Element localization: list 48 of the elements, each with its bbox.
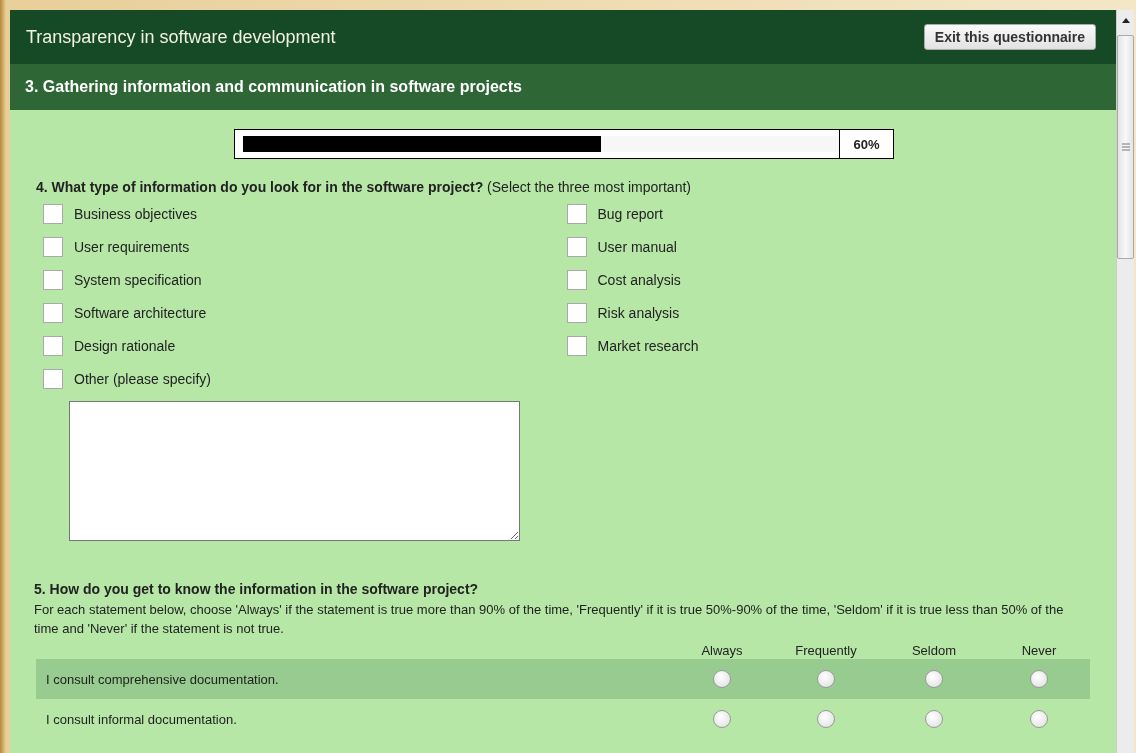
question-title: 5. How do you get to know the information in the software project? bbox=[34, 581, 480, 597]
question-text: 4. What type of information do you look for in the software project? (Select the three most important) bbox=[36, 179, 692, 195]
radio-button[interactable] bbox=[925, 670, 943, 688]
radio-button[interactable] bbox=[713, 710, 731, 728]
checkbox[interactable] bbox=[43, 270, 63, 290]
checkbox-label: Market research bbox=[597, 338, 699, 354]
radio-button[interactable] bbox=[1030, 710, 1048, 728]
checkbox-label: Other (please specify) bbox=[74, 371, 211, 387]
checkbox-label: Business objectives bbox=[74, 206, 197, 222]
checkbox[interactable] bbox=[43, 336, 63, 356]
exit-button[interactable]: Exit this questionnaire bbox=[923, 24, 1096, 50]
window-title: Transparency in software development bbox=[26, 26, 336, 48]
radio-button[interactable] bbox=[713, 670, 731, 688]
checkbox[interactable] bbox=[43, 237, 63, 257]
section-title: 3. Gathering information and communication in software projects bbox=[25, 78, 522, 96]
scroll-up-icon[interactable] bbox=[1121, 18, 1130, 23]
checkbox-label: User requirements bbox=[74, 239, 190, 255]
radio-button[interactable] bbox=[817, 670, 835, 688]
checkbox[interactable] bbox=[566, 336, 587, 356]
checkbox[interactable] bbox=[566, 237, 587, 257]
checkbox-label: Risk analysis bbox=[597, 305, 680, 321]
checkbox[interactable] bbox=[43, 204, 63, 224]
checkbox[interactable] bbox=[43, 303, 63, 323]
grip-icon bbox=[1121, 143, 1130, 151]
radio-button[interactable] bbox=[817, 710, 835, 728]
checkbox-label: Design rationale bbox=[74, 338, 176, 354]
radio-button[interactable] bbox=[925, 710, 943, 728]
checkbox-label: Software architecture bbox=[74, 305, 207, 321]
checkbox[interactable] bbox=[43, 369, 63, 389]
progress-reading: 60% bbox=[852, 135, 881, 154]
checkbox[interactable] bbox=[566, 204, 587, 224]
column-header: Never bbox=[1020, 642, 1058, 658]
other-text-field[interactable] bbox=[69, 401, 520, 541]
checkbox-label: Cost analysis bbox=[597, 272, 681, 288]
column-header: Frequently bbox=[794, 642, 858, 658]
checkbox-label: System specification bbox=[74, 272, 202, 288]
checkbox[interactable] bbox=[566, 303, 587, 323]
checkbox-label: Bug report bbox=[597, 206, 663, 222]
question-description: For each statement below, choose 'Always' if the statement is true more than 90% of the time, 'Frequently' if it is true 50%-90% of the time, 'Seldom' if it is true less than 50% of the time and 'Never' if the statement is not true. bbox=[34, 601, 1065, 638]
column-header: Always bbox=[700, 642, 744, 658]
scroll-thumb[interactable] bbox=[1117, 35, 1134, 259]
checkbox-label: User manual bbox=[597, 239, 677, 255]
statement-text: I consult informal documentation. bbox=[46, 711, 238, 727]
column-header: Seldom bbox=[910, 642, 958, 658]
scrollbar[interactable] bbox=[1116, 10, 1134, 753]
radio-button[interactable] bbox=[1030, 670, 1048, 688]
statement-text: I consult comprehensive documentation. bbox=[46, 671, 280, 687]
checkbox[interactable] bbox=[566, 270, 587, 290]
